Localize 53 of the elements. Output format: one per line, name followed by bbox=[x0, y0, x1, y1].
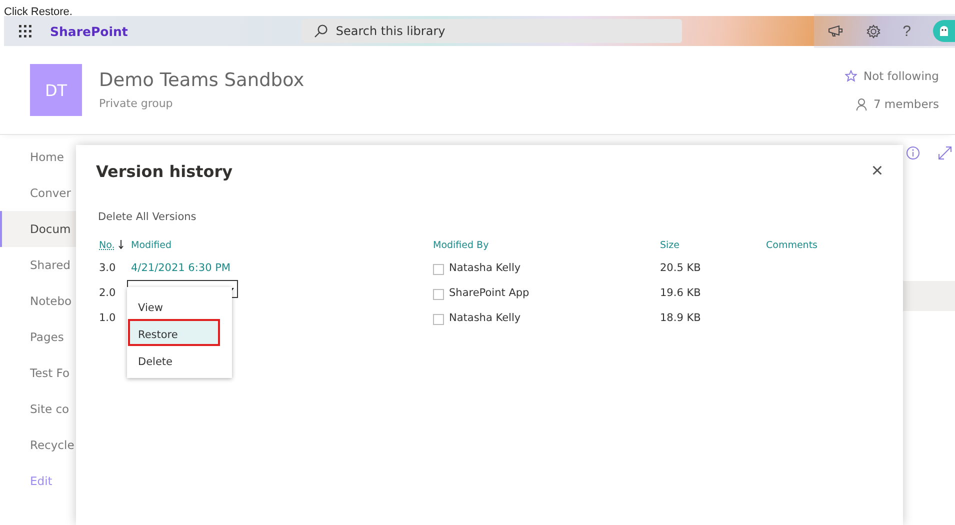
menu-item[interactable]: Restore bbox=[128, 319, 220, 346]
app-name[interactable]: SharePoint bbox=[50, 24, 128, 38]
delete-all-link[interactable]: Delete All Versions bbox=[98, 211, 196, 223]
column-header[interactable]: Modified By bbox=[433, 240, 660, 262]
column-header[interactable]: Comments bbox=[766, 240, 903, 262]
checkbox[interactable] bbox=[433, 314, 444, 325]
site-subtitle: Private group bbox=[99, 97, 174, 110]
search-icon bbox=[314, 24, 328, 38]
site-logo: DT bbox=[30, 64, 82, 116]
list-row-background bbox=[903, 281, 955, 311]
nav-item[interactable]: Notebo bbox=[0, 283, 76, 319]
info-icon[interactable] bbox=[906, 146, 920, 160]
settings-icon[interactable] bbox=[866, 24, 881, 38]
column-header[interactable]: Modified bbox=[131, 240, 433, 262]
site-title[interactable]: Demo Teams Sandbox bbox=[99, 70, 304, 91]
nav-item[interactable]: Docum bbox=[0, 211, 76, 247]
column-header[interactable]: Size bbox=[660, 240, 766, 262]
modified-date-link[interactable]: 4/21/2021 6:30 PM bbox=[131, 262, 230, 274]
file-size: 18.9 KB bbox=[660, 312, 702, 326]
nav-item[interactable]: Pages bbox=[0, 319, 76, 355]
search-field[interactable]: Search this library bbox=[302, 19, 682, 43]
members-button[interactable]: 7 members bbox=[856, 97, 939, 111]
edit-link[interactable]: Edit bbox=[0, 463, 76, 499]
modified-by-name: Natasha Kelly bbox=[449, 262, 521, 274]
nav-item[interactable]: Test Fo bbox=[0, 355, 76, 391]
checkbox[interactable] bbox=[433, 289, 444, 300]
megaphone-icon[interactable] bbox=[828, 25, 844, 37]
file-size: 20.5 KB bbox=[660, 262, 702, 276]
checkbox[interactable] bbox=[433, 264, 444, 275]
help-button[interactable]: ? bbox=[902, 22, 911, 40]
menu-item[interactable]: Delete bbox=[128, 346, 232, 373]
nav-item[interactable]: Recycle bbox=[0, 427, 76, 463]
expand-icon[interactable] bbox=[938, 146, 952, 160]
star-icon bbox=[845, 70, 858, 82]
nav-item[interactable]: Home bbox=[0, 139, 76, 175]
version-number: 3.0 bbox=[99, 262, 117, 276]
menu-item[interactable]: View bbox=[128, 292, 232, 319]
file-size: 19.6 KB bbox=[660, 287, 702, 301]
nav-item[interactable]: Shared bbox=[0, 247, 76, 283]
nav-item[interactable]: Conver bbox=[0, 175, 76, 211]
nav-item[interactable]: Site co bbox=[0, 391, 76, 427]
modified-by-name: Natasha Kelly bbox=[449, 312, 521, 324]
app-launcher-icon[interactable] bbox=[18, 24, 32, 38]
avatar-icon[interactable] bbox=[933, 20, 955, 42]
version-number: 2.0 bbox=[99, 287, 117, 301]
instruction-caption: Click Restore. bbox=[4, 5, 72, 20]
column-header[interactable]: No. bbox=[99, 240, 131, 262]
follow-button[interactable]: Not following bbox=[845, 69, 939, 83]
dialog-title: Version history bbox=[96, 162, 233, 180]
close-button[interactable]: × bbox=[867, 161, 887, 181]
version-number: 1.0 bbox=[99, 312, 117, 326]
person-icon bbox=[856, 98, 868, 110]
modified-by-name: SharePoint App bbox=[449, 287, 530, 299]
